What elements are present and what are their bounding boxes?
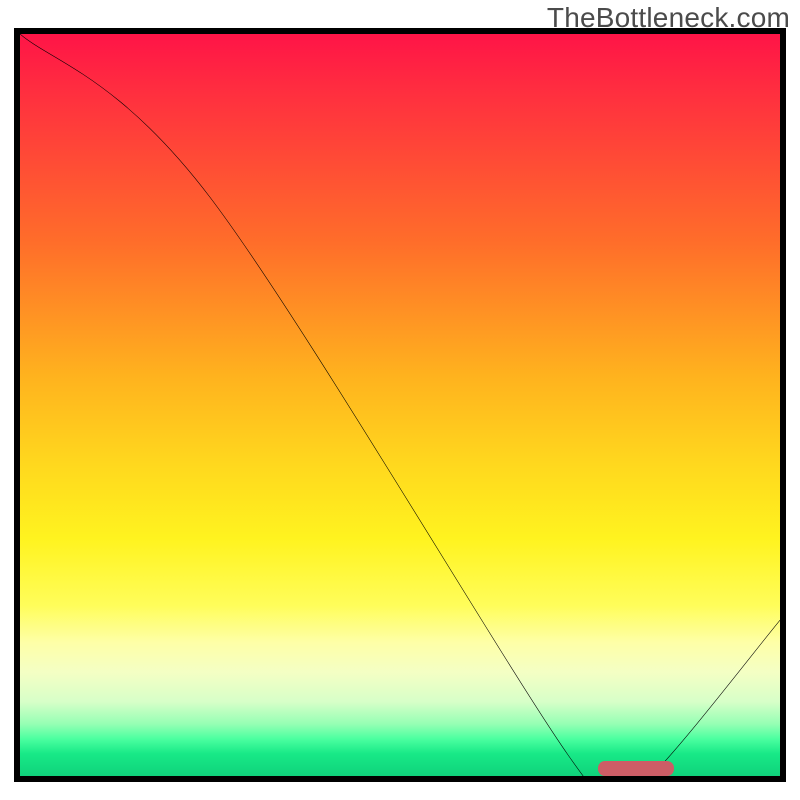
chart-container: TheBottleneck.com — [0, 0, 800, 800]
plot-area — [14, 28, 786, 782]
bottleneck-curve — [20, 34, 780, 776]
optimal-range-marker — [598, 761, 674, 776]
